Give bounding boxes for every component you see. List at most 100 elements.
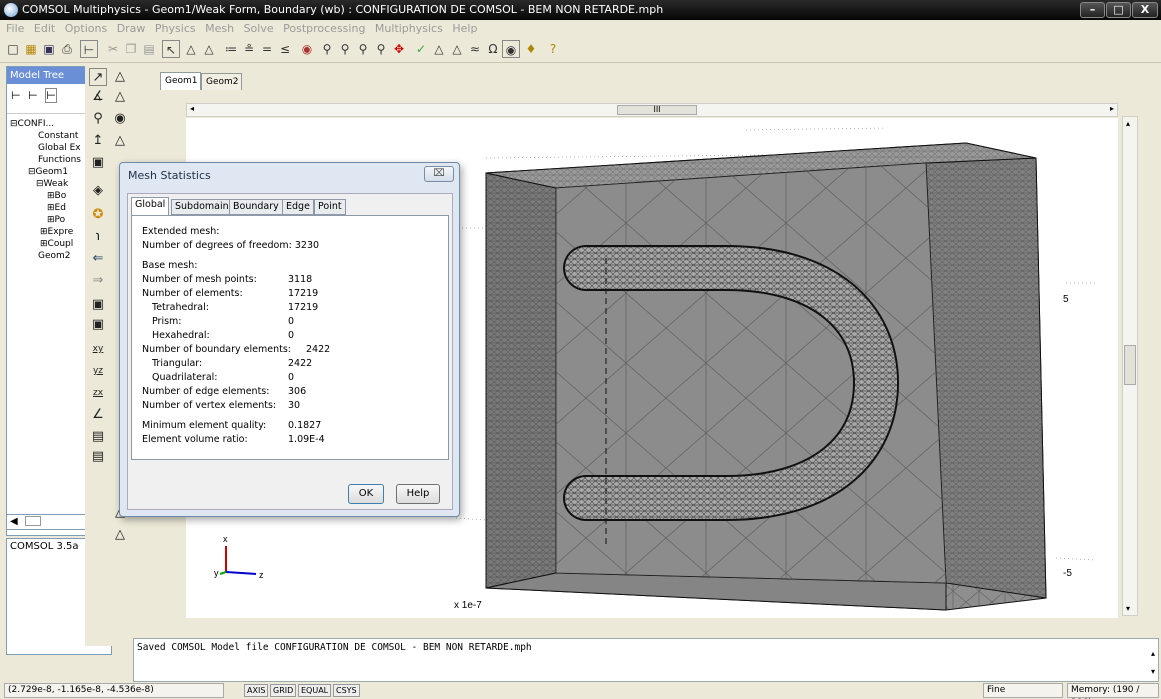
canvas-vscroll-thumb[interactable] — [1124, 345, 1136, 385]
scroll-left-arrow-icon[interactable]: ◀ — [7, 516, 18, 527]
cylinder-icon[interactable]: △ — [111, 132, 129, 150]
console-scroll-down-icon[interactable]: ▾ — [1151, 667, 1155, 676]
mesh-selected-icon[interactable]: ≈ — [466, 40, 484, 58]
grid-button[interactable]: GRID — [270, 684, 297, 697]
console-scroll-up-icon[interactable]: ▴ — [1151, 649, 1155, 658]
console-message: Saved COMSOL Model file CONFIGURATION DE… — [137, 642, 532, 653]
plot-parameters-icon[interactable]: ♦ — [522, 40, 540, 58]
zoom-selected-icon[interactable]: ⚲ — [372, 40, 390, 58]
tab-edge[interactable]: Edge — [282, 199, 314, 215]
menu-mesh[interactable]: Mesh — [202, 20, 237, 37]
snap-icon[interactable]: ≤ — [276, 40, 294, 58]
menu-physics[interactable]: Physics — [152, 20, 199, 37]
ok-button[interactable]: OK — [348, 484, 384, 504]
union-icon[interactable]: ◈ — [89, 182, 107, 200]
maximize-button[interactable]: □ — [1106, 2, 1131, 18]
triangle-select-icon[interactable]: △ — [182, 40, 200, 58]
tree-expand-icon[interactable]: ⊢ — [28, 89, 38, 102]
sphere-icon[interactable]: ◉ — [111, 110, 129, 128]
scroll-right-arrow-icon[interactable]: ▸ — [1110, 104, 1114, 113]
refine-selection-icon[interactable]: △ — [448, 40, 466, 58]
axis-button[interactable]: AXIS — [244, 684, 269, 697]
view-yz-icon[interactable]: yz — [89, 362, 107, 380]
zoom-in-icon[interactable]: ⚲ — [318, 40, 336, 58]
draw-mode-icon[interactable]: ↗ — [89, 68, 107, 86]
move-left-icon[interactable]: ⇐ — [89, 250, 107, 268]
tab-geom2[interactable]: Geom2 — [201, 73, 242, 90]
block-icon[interactable]: △ — [111, 68, 129, 86]
canvas-hscroll-thumb[interactable]: III — [617, 105, 697, 115]
array-icon[interactable]: ≔ — [222, 40, 240, 58]
menu-draw[interactable]: Draw — [114, 20, 149, 37]
help-button[interactable]: Help — [396, 484, 440, 504]
menu-help[interactable]: Help — [449, 20, 480, 37]
model-tree-toggle-icon[interactable]: ⊢ — [80, 40, 98, 58]
increase-transparency-icon[interactable]: ▤ — [89, 428, 107, 446]
refine-mesh-icon[interactable]: △ — [430, 40, 448, 58]
tab-subdomain[interactable]: Subdomain — [171, 199, 233, 215]
save-icon[interactable]: ▣ — [40, 40, 58, 58]
face-view-icon[interactable]: ▣ — [89, 296, 107, 314]
tree-collapse-icon[interactable]: ⊢ — [11, 89, 21, 102]
tab-geom1[interactable]: Geom1 — [160, 72, 201, 90]
help-icon[interactable]: ? — [544, 40, 562, 58]
zoom-extents-icon[interactable]: ◉ — [298, 40, 316, 58]
canvas-hscrollbar[interactable]: ◂ III ▸ — [186, 103, 1118, 117]
view-3d-icon[interactable]: ∠ — [89, 406, 107, 424]
extrude-icon[interactable]: ↥ — [89, 132, 107, 150]
split-icon[interactable]: ✪ — [89, 206, 107, 224]
scene-light-icon[interactable]: △ — [111, 526, 129, 544]
scroll-down-arrow-icon[interactable]: ▾ — [1126, 604, 1130, 613]
pan-icon[interactable]: ✥ — [390, 40, 408, 58]
triangle-adjacent-icon[interactable]: △ — [200, 40, 218, 58]
cone-icon[interactable]: △ — [111, 88, 129, 106]
tab-global[interactable]: Global — [131, 197, 170, 215]
equal-button[interactable]: EQUAL — [298, 684, 332, 697]
workplane-icon[interactable]: ▣ — [89, 154, 107, 172]
close-button[interactable]: X — [1132, 2, 1158, 18]
stat-value: 2422 — [288, 358, 313, 369]
select-pointer-icon[interactable]: ↖ — [162, 40, 180, 58]
menu-postprocessing[interactable]: Postprocessing — [280, 20, 368, 37]
plot-icon[interactable]: ◉ — [502, 40, 520, 58]
scroll-left-arrow-icon[interactable]: ◂ — [190, 104, 194, 113]
print-icon[interactable]: ⎙ — [58, 40, 76, 58]
scroll-thumb[interactable] — [24, 516, 41, 526]
quality-label: Minimum element quality: — [142, 420, 267, 431]
tree-view-icon[interactable]: ⊢ — [45, 88, 57, 103]
dof-row: Number of degrees of freedom: 3230 — [142, 240, 319, 251]
view-xy-icon[interactable]: xy — [89, 340, 107, 358]
box-view-icon[interactable]: ▣ — [89, 316, 107, 334]
decrease-transparency-icon[interactable]: ▤ — [89, 448, 107, 466]
axis-triad: x y z — [214, 534, 264, 580]
zoom-out-icon[interactable]: ⚲ — [336, 40, 354, 58]
minimize-button[interactable]: – — [1080, 2, 1105, 18]
zoom-window-icon[interactable]: ⚲ — [354, 40, 372, 58]
menu-file[interactable]: File — [0, 20, 27, 37]
stat-value: 0 — [288, 330, 295, 341]
equal-icon[interactable]: = — [258, 40, 276, 58]
new-file-icon[interactable]: □ — [4, 40, 22, 58]
zoom-icon[interactable]: ⚲ — [89, 110, 107, 128]
paste-icon[interactable]: ▤ — [140, 40, 158, 58]
scroll-up-arrow-icon[interactable]: ▴ — [1126, 119, 1130, 128]
csys-button[interactable]: CSYS — [333, 684, 360, 697]
align-icon[interactable]: ≗ — [240, 40, 258, 58]
line-icon[interactable]: ∡ — [89, 88, 107, 106]
menu-options[interactable]: Options — [62, 20, 110, 37]
initialize-mesh-icon[interactable]: ✓ — [412, 40, 430, 58]
menu-solve[interactable]: Solve — [241, 20, 277, 37]
menu-multiphysics[interactable]: Multiphysics — [372, 20, 446, 37]
view-zx-icon[interactable]: zx — [89, 384, 107, 402]
cut-icon[interactable]: ✂ — [104, 40, 122, 58]
solve-icon[interactable]: Ω — [484, 40, 502, 58]
menu-edit[interactable]: Edit — [31, 20, 58, 37]
tab-point[interactable]: Point — [314, 199, 346, 215]
canvas-vscrollbar[interactable]: ▴ ▾ — [1122, 116, 1138, 616]
tab-boundary[interactable]: Boundary — [229, 199, 283, 215]
open-folder-icon[interactable]: ▦ — [22, 40, 40, 58]
difference-icon[interactable]: ℩ — [89, 228, 107, 246]
move-right-icon[interactable]: ⇒ — [89, 272, 107, 290]
copy-icon[interactable]: ❐ — [122, 40, 140, 58]
dialog-close-button[interactable]: ⌧ — [424, 166, 454, 182]
